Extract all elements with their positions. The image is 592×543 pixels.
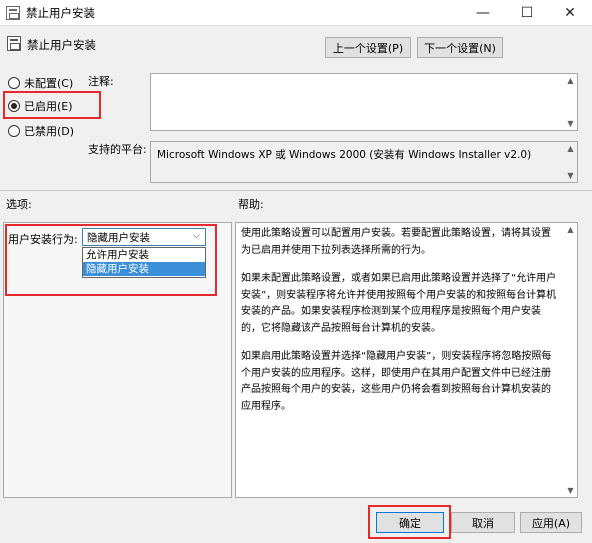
scroll-up-icon[interactable]: ▲ <box>566 77 575 85</box>
policy-setting-icon <box>7 36 21 51</box>
comment-textarea[interactable]: ▲ ▼ <box>150 73 578 131</box>
scroll-down-icon[interactable]: ▼ <box>566 172 575 180</box>
close-button[interactable]: ✕ <box>548 0 592 26</box>
platform-label: 支持的平台: <box>88 143 147 156</box>
radio-label: 已禁用(D) <box>24 125 75 138</box>
help-paragraph: 如果启用此策略设置并选择“隐藏用户安装”，则安装程序将忽略按照每个用户安装的应用… <box>241 351 552 412</box>
scroll-down-icon[interactable]: ▼ <box>566 120 575 128</box>
options-label: 选项: <box>6 198 32 211</box>
apply-button[interactable]: 应用(A) <box>520 512 582 533</box>
platform-value: Microsoft Windows XP 或 Windows 2000 (安装有… <box>157 149 532 161</box>
radio-not-configured[interactable]: 未配置(C) <box>8 74 73 92</box>
help-panel: 使用此策略设置可以配置用户安装。若要配置此策略设置，请将其设置为已启用并使用下拉… <box>235 222 578 498</box>
cancel-button[interactable]: 取消 <box>451 512 515 533</box>
radio-disabled[interactable]: 已禁用(D) <box>8 122 74 140</box>
highlight-enabled-box <box>3 91 101 119</box>
section-divider <box>0 190 592 191</box>
policy-icon <box>6 6 20 20</box>
next-setting-button[interactable]: 下一个设置(N) <box>417 37 503 58</box>
window-title: 禁止用户安装 <box>26 6 95 20</box>
scroll-up-icon[interactable]: ▲ <box>566 145 575 153</box>
radio-circle[interactable] <box>8 125 20 137</box>
platform-field: Microsoft Windows XP 或 Windows 2000 (安装有… <box>150 141 578 183</box>
scroll-down-icon[interactable]: ▼ <box>566 487 575 495</box>
radio-circle[interactable] <box>8 77 20 89</box>
previous-setting-button[interactable]: 上一个设置(P) <box>325 37 411 58</box>
help-paragraph: 使用此策略设置可以配置用户安装。若要配置此策略设置，请将其设置为已启用并使用下拉… <box>241 228 551 256</box>
comment-label: 注释: <box>88 75 114 88</box>
highlight-ok-box <box>368 505 451 539</box>
maximize-button[interactable]: ☐ <box>505 0 549 26</box>
title-bar: 禁止用户安装 — ☐ ✕ <box>0 0 592 26</box>
help-paragraph: 如果未配置此策略设置，或者如果已启用此策略设置并选择了“允许用户安装”，则安装程… <box>241 273 557 334</box>
minimize-button[interactable]: — <box>461 0 505 26</box>
scroll-up-icon[interactable]: ▲ <box>566 226 575 234</box>
radio-label: 未配置(C) <box>24 77 74 90</box>
setting-title: 禁止用户安装 <box>27 38 96 52</box>
help-label: 帮助: <box>238 198 264 211</box>
highlight-options-box <box>5 224 217 296</box>
